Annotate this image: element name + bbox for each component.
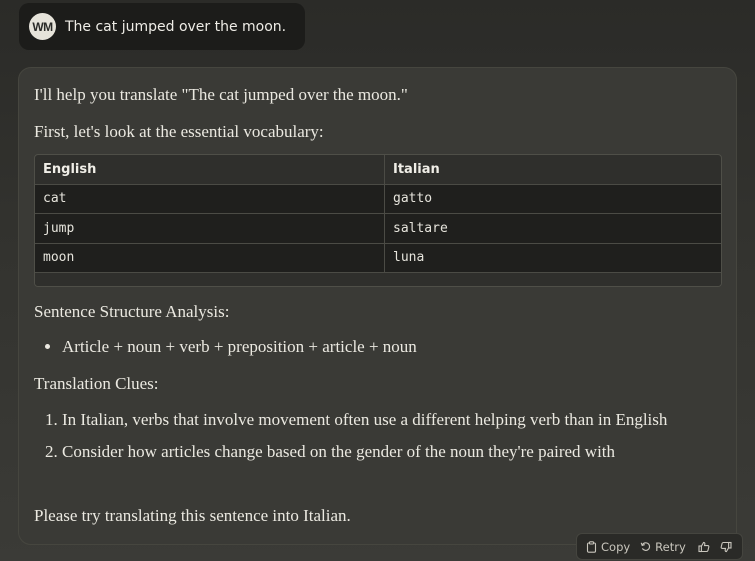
copy-button[interactable]: Copy xyxy=(586,540,630,554)
thumbs-up-button[interactable] xyxy=(698,541,710,553)
table-cell-italian: gatto xyxy=(393,191,433,207)
structure-list: Article + noun + verb + preposition + ar… xyxy=(34,333,417,360)
copy-label: Copy xyxy=(601,539,631,554)
structure-heading: Sentence Structure Analysis: xyxy=(34,302,230,321)
table-cell-english: cat xyxy=(35,184,385,213)
retry-arrow-icon xyxy=(640,541,651,552)
retry-label: Retry xyxy=(655,539,686,554)
user-message-text: The cat jumped over the moon. xyxy=(65,18,287,35)
vocabulary-table: English Italian cat gatto jump saltare m… xyxy=(34,154,722,287)
table-header-italian: Italian xyxy=(393,161,440,177)
table-cell-english: moon xyxy=(35,243,385,272)
list-item: In Italian, verbs that involve movement … xyxy=(62,406,702,433)
user-avatar: WM xyxy=(29,13,56,40)
table-row: cat gatto xyxy=(35,184,721,214)
user-message-bubble: WM The cat jumped over the moon. xyxy=(19,3,305,50)
clues-heading: Translation Clues: xyxy=(34,374,159,393)
closing-text: Please try translating this sentence int… xyxy=(34,506,351,525)
table-cell-italian: saltare xyxy=(393,220,448,236)
list-item: Consider how articles change based on th… xyxy=(62,438,702,465)
assistant-message-card: I'll help you translate "The cat jumped … xyxy=(18,67,737,545)
table-cell-italian: luna xyxy=(393,250,425,266)
thumbs-down-button[interactable] xyxy=(720,541,732,553)
list-item: Article + noun + verb + preposition + ar… xyxy=(62,333,417,360)
chat-page: WM The cat jumped over the moon. I'll he… xyxy=(0,0,755,561)
thumbs-up-icon xyxy=(698,541,710,553)
table-row: jump saltare xyxy=(35,214,721,244)
table-scroll-footer xyxy=(35,273,721,286)
retry-button[interactable]: Retry xyxy=(640,540,686,554)
table-header-row: English Italian xyxy=(35,155,721,185)
vocab-intro: First, let's look at the essential vocab… xyxy=(34,122,324,141)
assistant-intro: I'll help you translate "The cat jumped … xyxy=(34,85,408,104)
thumbs-down-icon xyxy=(720,541,732,553)
table-row: moon luna xyxy=(35,243,721,273)
clipboard-icon xyxy=(586,540,597,553)
message-action-bar: Copy Retry xyxy=(576,533,743,560)
clues-list: In Italian, verbs that involve movement … xyxy=(34,406,702,470)
table-cell-english: jump xyxy=(35,214,385,243)
table-header-english: English xyxy=(35,155,385,184)
